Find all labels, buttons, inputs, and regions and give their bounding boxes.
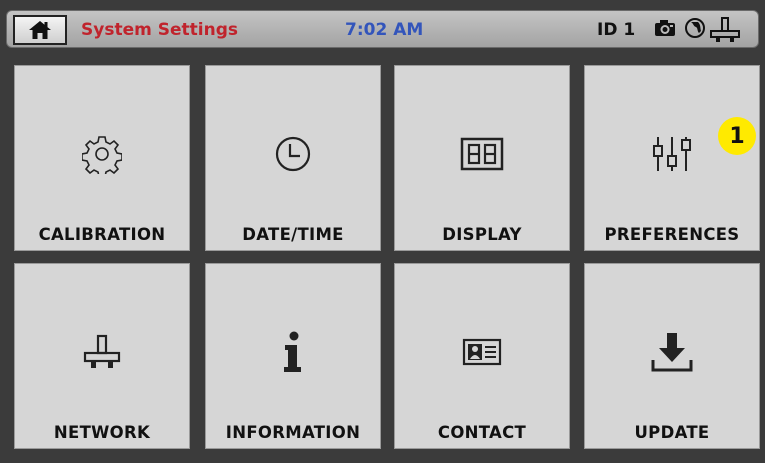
device-id-label: ID 1 [597,20,636,40]
tile-label: NETWORK [53,423,151,442]
contact-card-icon [462,338,502,366]
tile-contact[interactable]: CONTACT [394,263,570,449]
tile-label: DATE/TIME [242,225,344,244]
tile-update[interactable]: UPDATE [584,263,760,449]
gear-icon [82,136,122,174]
device-screen: System Settings 7:02 AM ID 1 CALIBRATION… [0,0,765,463]
status-bar: System Settings 7:02 AM ID 1 [6,10,759,48]
sliders-icon [653,137,691,171]
tile-label: CONTACT [437,423,527,442]
settings-grid: CALIBRATION DATE/TIME DISPLAY PREFERENCE… [14,65,760,453]
home-button[interactable] [13,15,67,45]
tile-date-time[interactable]: DATE/TIME [205,65,381,251]
tile-label: PREFERENCES [604,225,740,244]
clock-icon [275,136,311,172]
download-icon [651,333,693,372]
tile-label: INFORMATION [225,423,361,442]
display-icon [460,137,504,171]
tile-label: CALIBRATION [38,225,166,244]
home-icon [29,21,51,39]
network-icon [710,17,740,43]
tile-calibration[interactable]: CALIBRATION [14,65,190,251]
tile-label: DISPLAY [442,225,522,244]
tile-network[interactable]: NETWORK [14,263,190,449]
clock-display: 7:02 AM [345,20,424,40]
page-title: System Settings [81,20,238,40]
globe-icon [684,17,706,39]
info-icon [284,331,301,372]
tile-information[interactable]: INFORMATION [205,263,381,449]
tile-display[interactable]: DISPLAY [394,65,570,251]
camera-icon [654,17,676,39]
callout-badge: 1 [718,117,756,155]
tile-preferences[interactable]: PREFERENCES [584,65,760,251]
tile-label: UPDATE [634,423,710,442]
network-icon [83,334,121,368]
